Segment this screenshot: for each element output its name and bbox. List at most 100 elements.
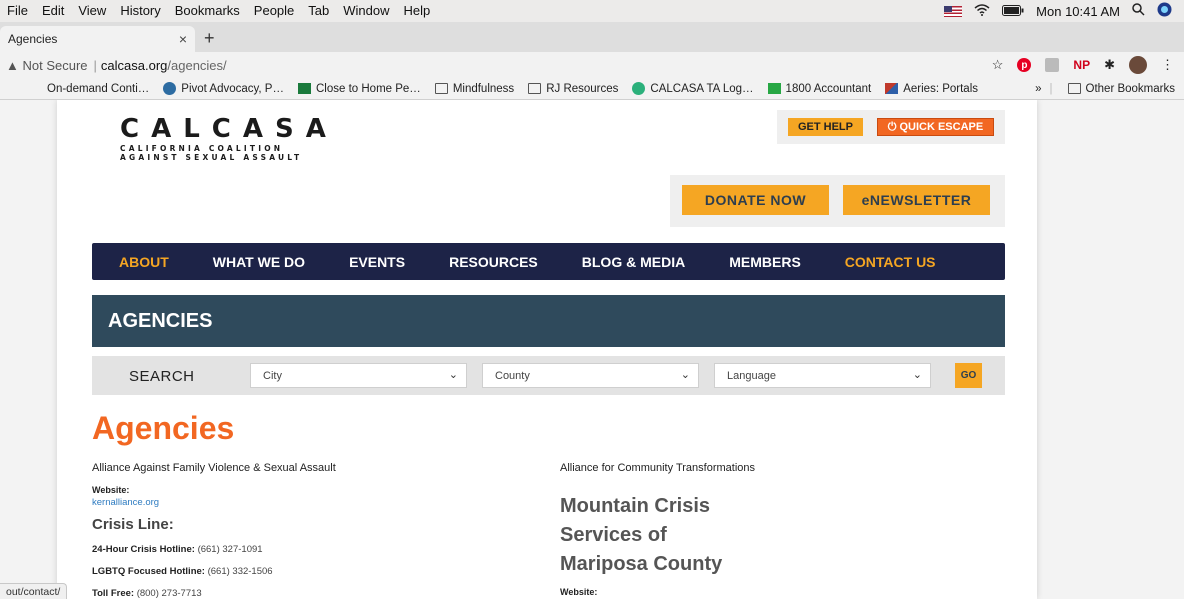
cta-buttons: DONATE NOW eNEWSLETTER: [670, 175, 1005, 227]
chevron-down-icon: ⌄: [912, 369, 922, 381]
power-icon: ⏻: [887, 120, 897, 133]
nav-about[interactable]: ABOUT: [119, 254, 169, 270]
chevron-down-icon: ⌄: [448, 369, 458, 381]
other-bookmarks-label: Other Bookmarks: [1085, 82, 1175, 95]
menu-edit[interactable]: Edit: [35, 0, 71, 22]
crisis-hotline-number[interactable]: (661) 327-1091: [198, 544, 263, 555]
menu-history[interactable]: History: [113, 0, 167, 22]
bookmark-label: On-demand Conti…: [47, 82, 150, 95]
county-select-value: County: [495, 369, 530, 382]
bookmark-aeries[interactable]: Aeries: Portals: [878, 83, 985, 95]
bookmark-on-demand[interactable]: On-demand Conti…: [40, 83, 156, 95]
bookmark-label: CALCASA TA Log…: [650, 82, 754, 95]
featured-agency-name: Mountain Crisis Services of Mariposa Cou…: [560, 492, 980, 579]
np-extension-icon[interactable]: NP: [1073, 58, 1090, 72]
bookmark-label: Close to Home Pe…: [315, 82, 421, 95]
siri-icon[interactable]: [1157, 2, 1172, 20]
spotlight-search-icon[interactable]: [1132, 3, 1145, 19]
address-bar[interactable]: ▲ Not Secure | calcasa.org/agencies/ ☆ p…: [0, 52, 1184, 78]
new-tab-icon[interactable]: +: [204, 28, 215, 49]
nav-members[interactable]: MEMBERS: [729, 254, 801, 270]
enewsletter-button[interactable]: eNEWSLETTER: [843, 185, 990, 215]
get-help-button[interactable]: GET HELP: [788, 118, 863, 136]
toll-free-number[interactable]: (800) 273-7713: [137, 588, 202, 599]
banner-title: AGENCIES: [108, 309, 213, 332]
app-menus: File Edit View History Bookmarks People …: [0, 0, 437, 22]
bookmarks-overflow-icon[interactable]: »: [1035, 83, 1041, 95]
tab-agencies[interactable]: Agencies ×: [0, 26, 195, 52]
menu-help[interactable]: Help: [397, 0, 438, 22]
city-select-value: City: [263, 369, 282, 382]
utility-buttons: GET HELP ⏻ QUICK ESCAPE: [777, 110, 1005, 144]
language-select[interactable]: Language ⌄: [714, 363, 931, 388]
tab-close-icon[interactable]: ×: [179, 31, 187, 47]
tab-strip: Agencies × +: [0, 22, 1184, 52]
bookmark-star-icon[interactable]: ☆: [992, 57, 1004, 73]
menu-people[interactable]: People: [247, 0, 301, 22]
us-flag-icon[interactable]: [944, 5, 963, 17]
wifi-icon[interactable]: [974, 3, 990, 19]
website-label: Website:: [560, 587, 598, 597]
nav-contact-us[interactable]: CONTACT US: [845, 254, 936, 270]
agency-search-bar: SEARCH City ⌄ County ⌄ Language ⌄ GO: [92, 356, 1005, 395]
agency-name: Alliance for Community Transformations: [560, 462, 756, 474]
page-viewport: CALCASA CALIFORNIA COALITION AGAINST SEX…: [0, 100, 1184, 599]
more-menu-icon[interactable]: ⋮: [1161, 57, 1174, 73]
language-select-value: Language: [727, 369, 776, 382]
menu-window[interactable]: Window: [336, 0, 396, 22]
county-select[interactable]: County ⌄: [482, 363, 699, 388]
lgbtq-hotline-number[interactable]: (661) 332-1506: [208, 566, 273, 577]
url-path: /agencies/: [167, 57, 227, 73]
search-label: SEARCH: [129, 368, 195, 385]
bookmark-mindfulness[interactable]: Mindfulness: [428, 83, 521, 95]
bookmark-pivot-advocacy[interactable]: Pivot Advocacy, P…: [156, 82, 291, 95]
profile-avatar[interactable]: [1129, 56, 1147, 74]
nav-resources[interactable]: RESOURCES: [449, 254, 538, 270]
menu-view[interactable]: View: [71, 0, 113, 22]
featured-agency-line-1: Mountain Crisis: [560, 495, 711, 517]
address-separator: |: [93, 57, 97, 73]
menu-bookmarks[interactable]: Bookmarks: [168, 0, 247, 22]
not-secure-indicator[interactable]: ▲ Not Secure: [0, 58, 88, 73]
agencies-banner: AGENCIES: [92, 295, 1005, 347]
puzzle-extensions-icon[interactable]: ✱: [1104, 57, 1115, 73]
bookmark-label: Mindfulness: [452, 82, 515, 95]
bookmark-close-to-home[interactable]: Close to Home Pe…: [291, 83, 428, 95]
pinterest-icon[interactable]: p: [1017, 58, 1032, 72]
agency-website-link[interactable]: kernalliance.org: [92, 497, 512, 508]
go-button[interactable]: GO: [955, 363, 982, 388]
donate-now-button[interactable]: DONATE NOW: [682, 185, 829, 215]
quick-escape-button[interactable]: ⏻ QUICK ESCAPE: [877, 118, 994, 136]
logo-tagline-line-1: CALIFORNIA COALITION: [120, 144, 284, 153]
extensions-area: ☆ p NP ✱ ⋮: [992, 56, 1184, 74]
main-nav: ABOUT WHAT WE DO EVENTS RESOURCES BLOG &…: [92, 243, 1005, 280]
other-bookmarks[interactable]: Other Bookmarks: [1061, 83, 1182, 95]
city-select[interactable]: City ⌄: [250, 363, 467, 388]
grid-icon: [767, 83, 781, 94]
bookmark-calcasa-ta[interactable]: CALCASA TA Log…: [625, 82, 760, 95]
bookmarks-right: » | Other Bookmarks: [1035, 83, 1184, 95]
calcasa-logo[interactable]: CALCASA CALIFORNIA COALITION AGAINST SEX…: [120, 114, 338, 162]
menu-extras: Mon 10:41 AM: [944, 2, 1184, 20]
bookmark-rj-resources[interactable]: RJ Resources: [521, 83, 625, 95]
agency-card-left: Alliance Against Family Violence & Sexua…: [92, 462, 512, 599]
agency-name: Alliance Against Family Violence & Sexua…: [92, 462, 336, 474]
bookmark-1800-accountant[interactable]: 1800 Accountant: [761, 83, 879, 95]
menu-tab[interactable]: Tab: [301, 0, 336, 22]
tab-title: Agencies: [8, 32, 58, 46]
nav-blog-media[interactable]: BLOG & MEDIA: [582, 254, 685, 270]
menu-file[interactable]: File: [0, 0, 35, 22]
bookmark-label: RJ Resources: [546, 82, 619, 95]
nav-what-we-do[interactable]: WHAT WE DO: [213, 254, 305, 270]
lgbtq-hotline: LGBTQ Focused Hotline: (661) 332-1506: [92, 566, 512, 577]
bookmark-label: 1800 Accountant: [785, 82, 872, 95]
url-text[interactable]: calcasa.org/agencies/: [101, 58, 227, 73]
status-bar-url: out/contact/: [0, 583, 68, 599]
extension-gray-icon[interactable]: [1045, 58, 1060, 72]
nav-events[interactable]: EVENTS: [349, 254, 405, 270]
crisis-hotline: 24-Hour Crisis Hotline: (661) 327-1091: [92, 544, 512, 555]
toll-free-line: Toll Free: (800) 273-7713: [92, 588, 512, 599]
logo-tagline-line-2: AGAINST SEXUAL ASSAULT: [120, 153, 303, 162]
clock[interactable]: Mon 10:41 AM: [1036, 4, 1120, 19]
battery-icon[interactable]: [1002, 4, 1024, 19]
